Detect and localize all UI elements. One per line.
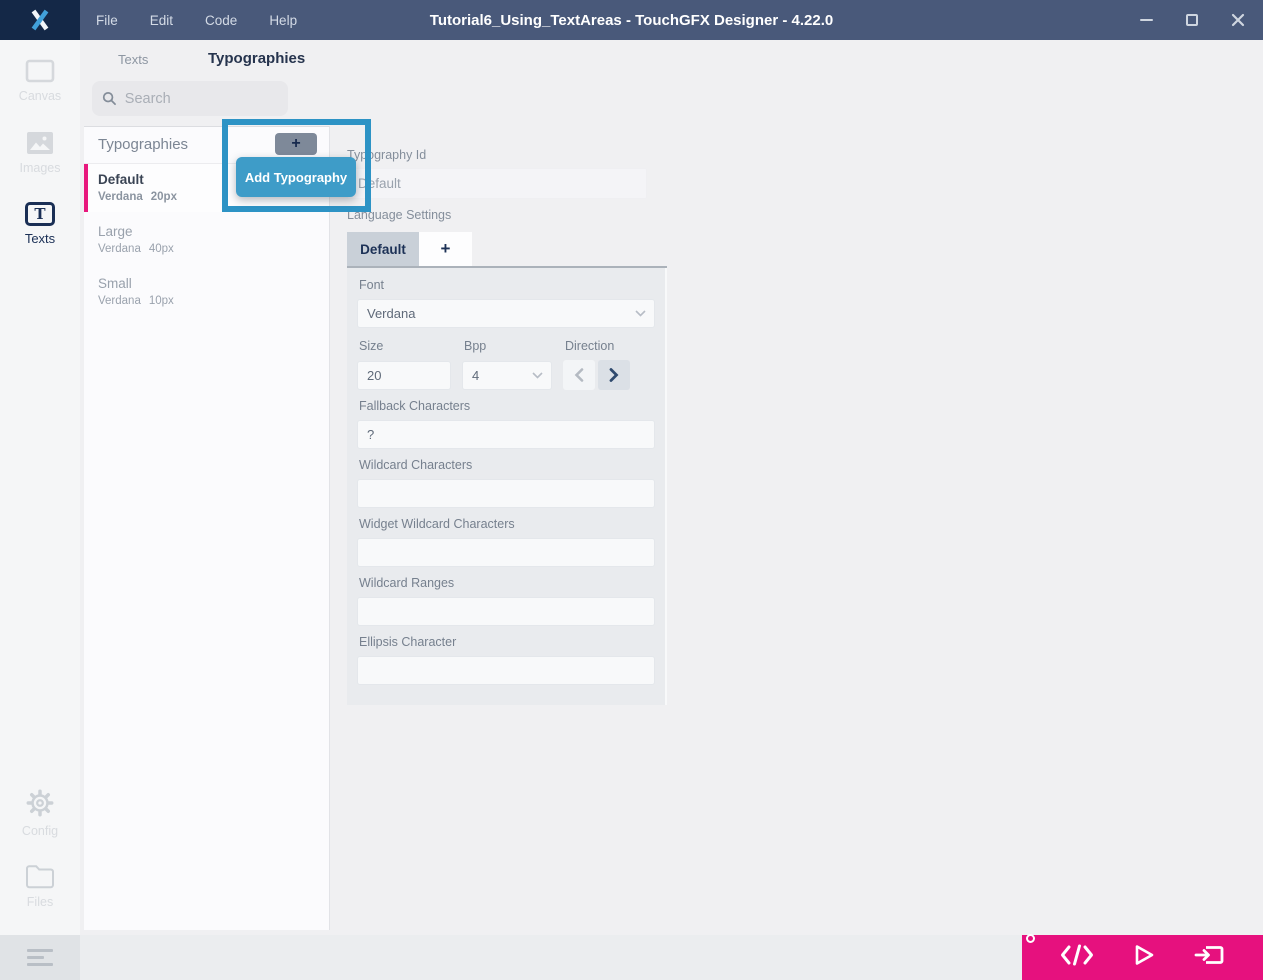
canvas-icon [25, 58, 55, 84]
language-tabs: Default + [347, 232, 472, 266]
menu-bar: File Edit Code Help [96, 13, 297, 28]
run-target-button[interactable] [1193, 943, 1225, 972]
list-item-large[interactable]: Large Verdana 40px [84, 216, 329, 264]
title-bar: File Edit Code Help Tutorial6_Using_Text… [0, 0, 1263, 40]
generate-code-button[interactable] [1060, 944, 1094, 971]
font-select[interactable]: Verdana [357, 299, 655, 328]
add-language-tab-button[interactable]: + [419, 232, 472, 266]
search-icon [102, 90, 117, 107]
add-typography-tooltip: Add Typography [236, 157, 356, 197]
typography-id-input[interactable] [347, 168, 647, 199]
sidebar-item-label: Files [27, 895, 53, 909]
search-input[interactable] [125, 91, 278, 107]
chevron-down-icon [532, 372, 543, 379]
bottom-menu-button[interactable] [0, 935, 80, 980]
sidebar-item-files[interactable]: Files [0, 862, 80, 909]
run-simulator-button[interactable] [1132, 943, 1156, 972]
menu-code[interactable]: Code [205, 13, 237, 28]
notification-dot [1026, 934, 1035, 943]
texts-icon: T [25, 202, 55, 226]
sidebar-item-config[interactable]: Config [0, 787, 80, 838]
menu-help[interactable]: Help [269, 13, 297, 28]
wildcard-characters-label: Wildcard Characters [359, 458, 653, 473]
language-settings-panel: Font Verdana Size Bpp Direction 4 [347, 268, 667, 705]
maximize-button[interactable] [1181, 9, 1203, 31]
config-icon [24, 787, 56, 819]
sidebar-item-images[interactable]: Images [0, 130, 80, 175]
wildcard-characters-input[interactable] [357, 479, 655, 508]
item-size: 40px [149, 243, 174, 255]
maximize-icon [1186, 14, 1198, 26]
touchgfx-x-logo-icon [27, 7, 53, 33]
wildcard-ranges-label: Wildcard Ranges [359, 576, 653, 591]
sidebar-item-label: Config [22, 824, 58, 838]
files-icon [24, 862, 56, 890]
add-typography-button[interactable]: + [275, 133, 317, 155]
sidebar-item-label: Canvas [19, 89, 61, 103]
sidebar-item-label: Images [20, 161, 61, 175]
direction-label: Direction [565, 339, 614, 354]
direction-rtl-button[interactable] [563, 360, 595, 390]
size-input[interactable] [357, 361, 451, 390]
wildcard-ranges-input[interactable] [357, 597, 655, 626]
hamburger-icon [27, 949, 53, 966]
app-logo [0, 0, 80, 40]
item-size: 20px [151, 191, 177, 203]
font-label: Font [359, 278, 653, 293]
menu-edit[interactable]: Edit [150, 13, 173, 28]
tab-typographies[interactable]: Typographies [208, 50, 305, 67]
typography-list-panel: Typographies Default Verdana 20px Large … [84, 126, 330, 930]
widget-wildcard-characters-input[interactable] [357, 538, 655, 567]
list-item-small[interactable]: Small Verdana 10px [84, 268, 329, 316]
minimize-button[interactable] [1135, 9, 1157, 31]
item-font: Verdana [98, 191, 143, 203]
chevron-down-icon [635, 310, 646, 317]
item-size: 10px [149, 295, 174, 307]
close-icon [1231, 13, 1245, 27]
window-controls [1135, 9, 1263, 31]
search-box [92, 81, 288, 116]
bpp-select[interactable]: 4 [462, 361, 552, 390]
bottom-bar [0, 935, 1263, 980]
sidebar-item-label: Texts [25, 231, 55, 246]
code-icon [1060, 944, 1094, 966]
sidebar-item-texts[interactable]: T Texts [0, 202, 80, 246]
fallback-characters-label: Fallback Characters [359, 399, 653, 414]
chevron-right-icon [609, 368, 619, 382]
fallback-characters-input[interactable] [357, 420, 655, 449]
tab-texts[interactable]: Texts [118, 52, 148, 67]
left-sidebar: Canvas Images T Texts Config Files [0, 40, 80, 935]
images-icon [25, 130, 55, 156]
tutorial-highlight-box: + Add Typography [222, 119, 371, 212]
bpp-label: Bpp [464, 339, 565, 354]
action-bar [1022, 935, 1263, 980]
widget-wildcard-characters-label: Widget Wildcard Characters [359, 517, 653, 532]
direction-ltr-button[interactable] [598, 360, 630, 390]
window-title: Tutorial6_Using_TextAreas - TouchGFX Des… [430, 12, 833, 29]
close-button[interactable] [1227, 9, 1249, 31]
chevron-left-icon [574, 368, 584, 382]
size-label: Size [359, 339, 464, 354]
flash-target-icon [1193, 943, 1225, 967]
ellipsis-character-input[interactable] [357, 656, 655, 685]
minimize-icon [1140, 19, 1153, 21]
item-font: Verdana [98, 295, 141, 307]
menu-file[interactable]: File [96, 13, 118, 28]
play-icon [1132, 943, 1156, 967]
sidebar-item-canvas[interactable]: Canvas [0, 58, 80, 103]
ellipsis-character-label: Ellipsis Character [359, 635, 653, 650]
item-font: Verdana [98, 243, 141, 255]
language-tab-default[interactable]: Default [347, 232, 419, 266]
